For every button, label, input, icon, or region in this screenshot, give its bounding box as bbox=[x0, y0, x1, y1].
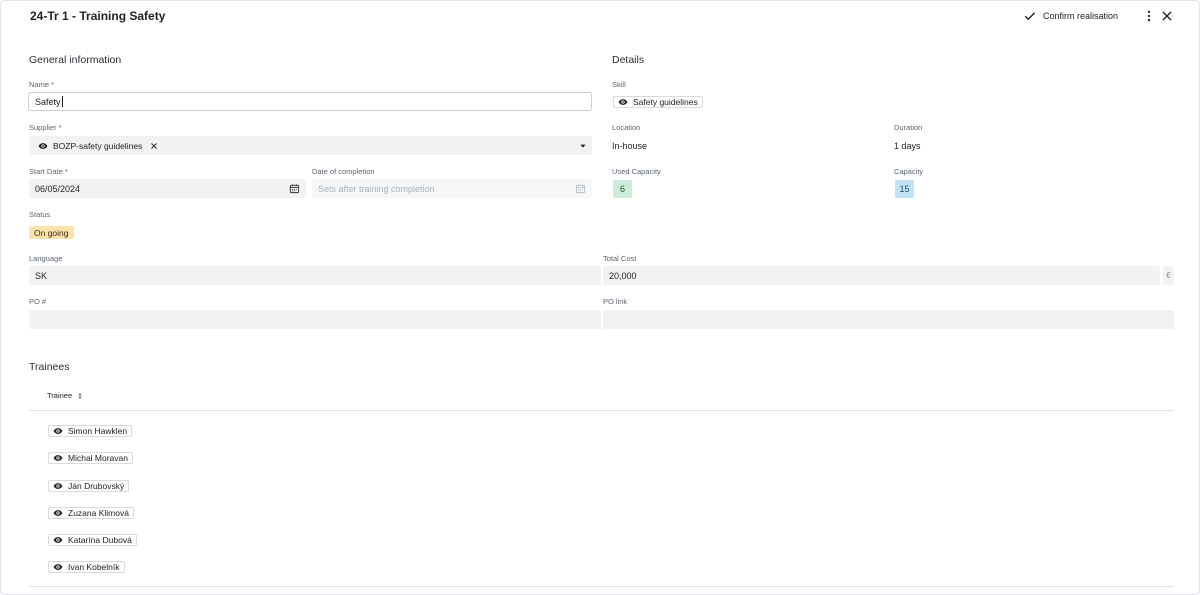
confirm-realisation-button[interactable]: Confirm realisation bbox=[1023, 8, 1118, 24]
total-cost-value: 20,000 bbox=[609, 270, 637, 281]
eye-icon bbox=[53, 483, 63, 489]
trainee-name: Katarína Dubová bbox=[68, 535, 132, 545]
supplier-chip[interactable]: BOZP-safety guidelines bbox=[35, 140, 163, 152]
details-title: Details bbox=[612, 54, 645, 66]
used-capacity-label: Used Capacity bbox=[612, 167, 661, 176]
location-value: In-house bbox=[612, 141, 648, 151]
status-badge: On going bbox=[29, 226, 74, 239]
status-label: Status bbox=[29, 210, 51, 219]
po-input[interactable] bbox=[29, 310, 601, 329]
page-title: 24-Tr 1 - Training Safety bbox=[30, 9, 166, 23]
more-vertical-icon bbox=[1147, 10, 1151, 22]
eye-icon bbox=[53, 510, 63, 516]
skill-value: Safety guidelines bbox=[633, 97, 698, 107]
name-input-value: Safety bbox=[35, 96, 61, 107]
eye-icon bbox=[38, 142, 48, 149]
remove-supplier-icon[interactable] bbox=[149, 141, 159, 151]
used-capacity-badge: 6 bbox=[613, 180, 632, 198]
trainees-title: Trainees bbox=[29, 361, 70, 373]
calendar-icon[interactable] bbox=[289, 183, 300, 194]
start-date-label: Start Date * bbox=[29, 167, 68, 176]
capacity-badge: 15 bbox=[895, 180, 914, 198]
name-input[interactable]: Safety bbox=[28, 92, 592, 111]
name-label: Name * bbox=[29, 80, 55, 89]
eye-icon bbox=[618, 99, 628, 105]
trainee-column-header[interactable]: Trainee bbox=[47, 391, 84, 400]
trainee-name: Ivan Kobelník bbox=[68, 562, 120, 572]
skill-label: Skill bbox=[612, 80, 626, 89]
trainee-chip[interactable]: Zuzana Klimová bbox=[48, 507, 134, 519]
confirm-realisation-label: Confirm realisation bbox=[1043, 11, 1119, 21]
supplier-value: BOZP-safety guidelines bbox=[53, 140, 143, 151]
completion-date-label: Date of completion bbox=[312, 167, 375, 176]
trainee-chip[interactable]: Ján Drubovský bbox=[48, 480, 130, 492]
trainee-chip[interactable]: Katarína Dubová bbox=[48, 534, 137, 546]
close-icon bbox=[1162, 11, 1172, 21]
trainee-name: Michal Moravan bbox=[68, 453, 128, 463]
completion-date-placeholder: Sets after training completion bbox=[318, 183, 435, 194]
completion-date-input[interactable]: Sets after training completion bbox=[312, 179, 592, 198]
supplier-label: Supplier * bbox=[29, 123, 62, 132]
caret-down-icon[interactable] bbox=[579, 142, 587, 150]
location-label: Location bbox=[612, 123, 641, 132]
trainee-chip[interactable]: Simon Hawklen bbox=[48, 425, 133, 437]
eye-icon bbox=[53, 428, 63, 434]
total-cost-input[interactable]: 20,000 bbox=[603, 266, 1160, 285]
duration-value: 1 days bbox=[894, 141, 921, 151]
training-detail-panel: 24-Tr 1 - Training Safety Confirm realis… bbox=[0, 0, 1200, 595]
eye-icon bbox=[53, 455, 63, 461]
more-options-button[interactable] bbox=[1141, 8, 1157, 24]
close-button[interactable] bbox=[1159, 8, 1175, 24]
sort-icon bbox=[78, 392, 82, 399]
table-bottom-divider bbox=[29, 586, 1174, 587]
total-cost-label: Total Cost bbox=[603, 254, 637, 263]
skill-chip[interactable]: Safety guidelines bbox=[613, 96, 703, 108]
trainee-name: Zuzana Klimová bbox=[68, 508, 129, 518]
calendar-icon[interactable] bbox=[575, 183, 586, 194]
po-link-label: PO link bbox=[603, 297, 628, 306]
language-input[interactable]: SK bbox=[29, 266, 601, 285]
general-information-title: General information bbox=[29, 54, 122, 66]
start-date-value: 06/05/2024 bbox=[35, 183, 81, 194]
trainee-name: Ján Drubovský bbox=[68, 481, 125, 491]
eye-icon bbox=[53, 564, 63, 570]
duration-label: Duration bbox=[894, 123, 923, 132]
supplier-select[interactable]: BOZP-safety guidelines bbox=[29, 136, 592, 155]
text-cursor bbox=[61, 96, 63, 107]
language-value: SK bbox=[35, 270, 48, 281]
language-label: Language bbox=[29, 254, 63, 263]
currency-suffix: € bbox=[1163, 266, 1174, 285]
po-label: PO # bbox=[29, 297, 47, 306]
trainee-column-label: Trainee bbox=[47, 391, 73, 400]
po-link-input[interactable] bbox=[603, 310, 1174, 329]
trainee-chip[interactable]: Michal Moravan bbox=[48, 452, 133, 464]
trainee-name: Simon Hawklen bbox=[68, 426, 128, 436]
capacity-label: Capacity bbox=[894, 167, 924, 176]
table-header-divider bbox=[29, 410, 1174, 411]
check-icon bbox=[1024, 12, 1036, 21]
start-date-input[interactable]: 06/05/2024 bbox=[29, 179, 306, 198]
trainee-chip[interactable]: Ivan Kobelník bbox=[48, 561, 125, 573]
eye-icon bbox=[53, 537, 63, 543]
